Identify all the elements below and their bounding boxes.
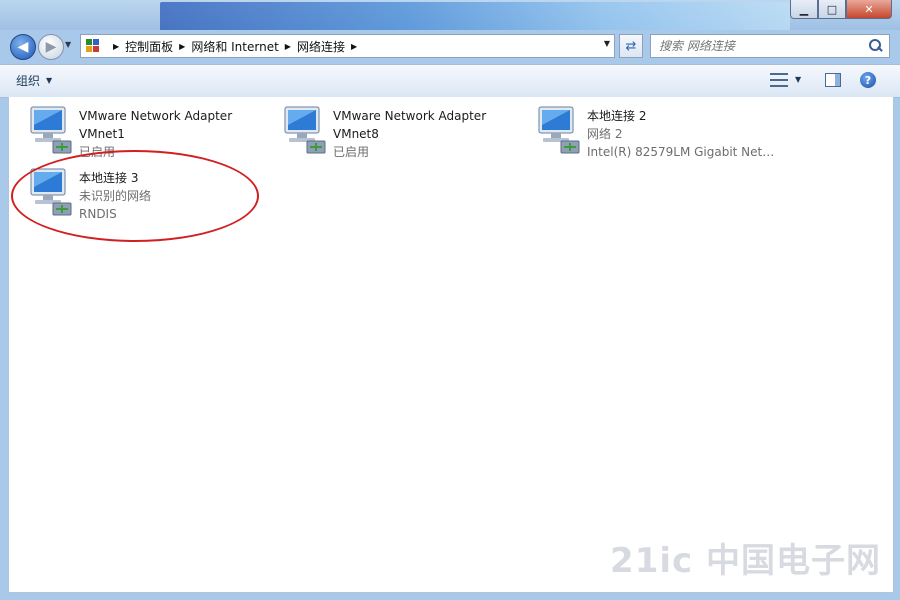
network-adapter-icon <box>30 106 72 154</box>
watermark-logo: 21ic 中国电子网 <box>610 541 881 581</box>
list-item-vmnet1[interactable]: VMware Network Adapter VMnet1 已启用 <box>9 101 259 159</box>
adapter-status: 已启用 <box>79 145 116 159</box>
adapter-name: 本地连接 3 <box>79 171 139 185</box>
chevron-right-icon[interactable]: ▶ <box>351 42 357 51</box>
adapter-name: VMware Network Adapter <box>79 109 233 123</box>
title-bar: ▁ □ ✕ <box>0 0 900 30</box>
recent-pages-dropdown-icon[interactable]: ▼ <box>65 40 71 49</box>
adapter-device: Intel(R) 82579LM Gigabit Netw... <box>587 145 777 159</box>
maximize-button[interactable]: □ <box>818 0 846 19</box>
maximize-icon: □ <box>826 2 838 16</box>
refresh-icon: ⇄ <box>625 38 637 54</box>
list-item-local-connection-2[interactable]: 本地连接 2 网络 2 Intel(R) 82579LM Gigabit Net… <box>517 101 777 159</box>
connections-list: VMware Network Adapter VMnet1 已启用 VMware… <box>8 97 894 593</box>
search-box[interactable] <box>650 34 890 58</box>
breadcrumb-network-internet[interactable]: 网络和 Internet <box>191 38 278 55</box>
chevron-right-icon[interactable]: ▶ <box>113 42 119 51</box>
adapter-status: 未识别的网络 <box>79 189 152 203</box>
back-button[interactable]: ◀ <box>10 34 36 60</box>
adapter-name: 本地连接 2 <box>587 109 647 123</box>
organize-label: 组织 <box>16 74 41 88</box>
adapter-device: RNDIS <box>79 207 117 221</box>
close-icon: ✕ <box>864 2 874 16</box>
chevron-down-icon: ▼ <box>46 76 53 85</box>
background-banner <box>160 2 790 30</box>
breadcrumb-control-panel[interactable]: 控制面板 <box>125 38 173 55</box>
adapter-name-line2: VMnet8 <box>333 127 379 141</box>
adapter-name: VMware Network Adapter <box>333 109 487 123</box>
forward-arrow-icon: ▶ <box>45 39 57 55</box>
refresh-button[interactable]: ⇄ <box>619 34 643 58</box>
search-icon[interactable] <box>868 38 884 54</box>
list-item-vmnet8[interactable]: VMware Network Adapter VMnet8 已启用 <box>263 101 513 159</box>
address-bar[interactable]: ▶ 控制面板 ▶ 网络和 Internet ▶ 网络连接 ▶ ▼ <box>80 34 615 58</box>
back-arrow-icon: ◀ <box>17 39 29 55</box>
adapter-name-line2: VMnet1 <box>79 127 125 141</box>
chevron-right-icon[interactable]: ▶ <box>179 42 185 51</box>
view-dropdown-icon[interactable]: ▼ <box>795 75 801 84</box>
command-bar: 组织 ▼ ▼ ? <box>0 64 900 98</box>
adapter-status: 网络 2 <box>587 127 623 141</box>
forward-button[interactable]: ▶ <box>38 34 64 60</box>
network-adapter-icon <box>284 106 326 154</box>
change-view-icon[interactable] <box>770 73 788 87</box>
help-icon[interactable]: ? <box>860 72 876 88</box>
chevron-right-icon[interactable]: ▶ <box>285 42 291 51</box>
address-dropdown-icon[interactable]: ▼ <box>604 39 610 48</box>
network-adapter-icon <box>30 168 72 216</box>
breadcrumb-network-connections[interactable]: 网络连接 <box>297 38 345 55</box>
list-item-local-connection-3[interactable]: 本地连接 3 未识别的网络 RNDIS <box>9 163 259 221</box>
address-row: ◀ ▶ ▼ ▶ 控制面板 ▶ 网络和 Internet ▶ 网络连接 ▶ ▼ ⇄ <box>0 30 900 62</box>
network-adapter-icon <box>538 106 580 154</box>
search-input[interactable] <box>657 38 868 54</box>
close-button[interactable]: ✕ <box>846 0 892 19</box>
window-controls: ▁ □ ✕ <box>790 0 892 19</box>
organize-button[interactable]: 组织 ▼ <box>16 72 52 89</box>
adapter-status: 已启用 <box>333 145 370 159</box>
minimize-button[interactable]: ▁ <box>790 0 818 19</box>
preview-pane-icon[interactable] <box>825 73 841 87</box>
control-panel-icon <box>85 38 103 54</box>
minimize-icon: ▁ <box>799 2 809 16</box>
